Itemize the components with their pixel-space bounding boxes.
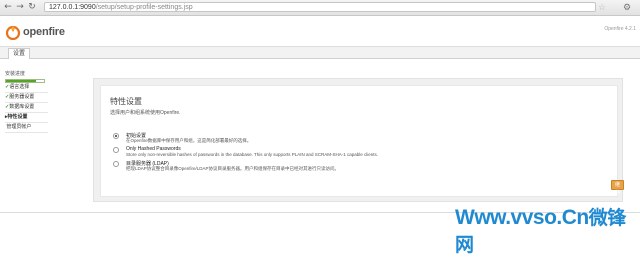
page-title: 特性设置 bbox=[110, 97, 142, 106]
back-arrow-icon[interactable]: ← bbox=[3, 2, 13, 12]
tab-bar: 设置 bbox=[0, 46, 640, 59]
watermark: Www.vvso.Cn微锋网 bbox=[455, 203, 640, 257]
panel-content: 特性设置 选择用户和组系统使用Openfire. 初始设置 在Openfire数… bbox=[100, 85, 625, 197]
sidebar-item-language: ✓语言选择 bbox=[5, 83, 48, 93]
profile-settings-panel: 特性设置 选择用户和组系统使用Openfire. 初始设置 在Openfire数… bbox=[93, 78, 625, 202]
watermark-text: Www.vvso.Cn bbox=[455, 206, 589, 229]
radio-hashed-passwords[interactable] bbox=[113, 147, 119, 153]
sidebar-title: 安装进度 bbox=[5, 71, 26, 77]
url-host: 127.0.0.1:9090 bbox=[49, 4, 96, 11]
setup-progress-sidebar: 安装进度 ✓语言选择 ✓服务器设置 ✓数据库设置 ▸特性设置 管理员帐户 bbox=[5, 70, 48, 133]
sidebar-item-label: 特性设置 bbox=[7, 114, 28, 120]
version-label: Openfire 4.2.1 bbox=[604, 26, 636, 32]
page-description: 选择用户和组系统使用Openfire. bbox=[110, 110, 181, 116]
progress-fill bbox=[6, 80, 37, 82]
radio-ldap[interactable] bbox=[113, 161, 119, 167]
browser-toolbar: ← → ↻ 127.0.0.1:9090/setup/setup-profile… bbox=[0, 0, 640, 16]
option-hashed-passwords-description: Store only non-reversible hashes of pass… bbox=[126, 152, 379, 157]
url-path: /setup/setup-profile-settings.jsp bbox=[95, 4, 193, 11]
sidebar-item-database: ✓数据库设置 bbox=[5, 103, 48, 113]
wrench-menu-icon[interactable]: ⚙ bbox=[623, 2, 631, 12]
sidebar-item-label: 服务器设置 bbox=[9, 94, 35, 100]
option-ldap-description: 把现LDAP协议整合目录像Openfire/LDAP协议目录服务器。用户和组保存… bbox=[126, 166, 340, 171]
sidebar-item-server: ✓服务器设置 bbox=[5, 93, 48, 103]
sidebar-item-label: 管理员帐户 bbox=[6, 124, 32, 130]
option-default-description: 在Openfire数据库中保存用户和组，这是简化部署最好的选择。 bbox=[126, 138, 252, 143]
radio-default[interactable] bbox=[113, 133, 119, 139]
reload-icon[interactable]: ↻ bbox=[27, 2, 37, 12]
forward-arrow-icon[interactable]: → bbox=[15, 2, 25, 12]
sidebar-item-admin: 管理员帐户 bbox=[5, 123, 48, 133]
openfire-logo-icon bbox=[5, 25, 21, 40]
sidebar-item-profile: ▸特性设置 bbox=[5, 113, 48, 123]
bookmark-star-icon[interactable]: ☆ bbox=[598, 2, 606, 12]
continue-button[interactable]: 继续 bbox=[611, 180, 625, 196]
tab-setup[interactable]: 设置 bbox=[8, 48, 31, 59]
sidebar-item-label: 数据库设置 bbox=[9, 104, 35, 110]
logo-text: openfire bbox=[23, 26, 65, 38]
page-header bbox=[0, 16, 640, 46]
sidebar-item-label: 语言选择 bbox=[9, 84, 30, 90]
address-bar[interactable]: 127.0.0.1:9090/setup/setup-profile-setti… bbox=[44, 2, 596, 12]
